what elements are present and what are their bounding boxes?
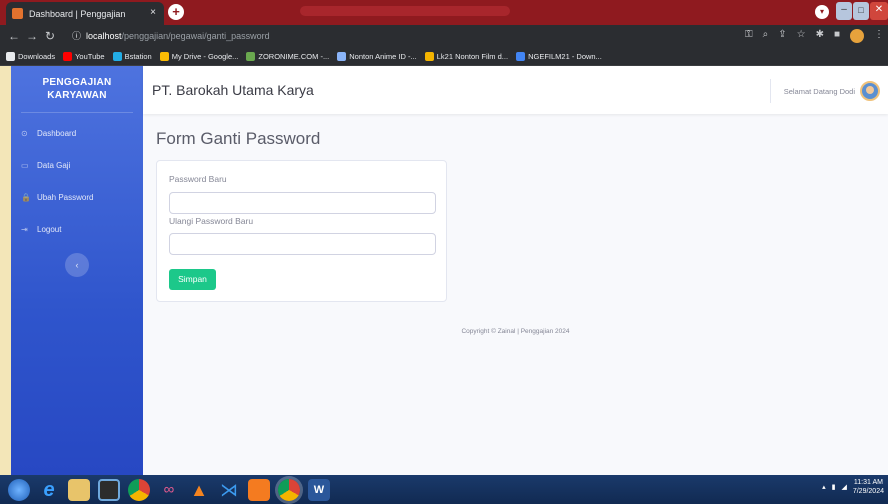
- forward-icon[interactable]: →: [26, 28, 38, 44]
- bookmark-item[interactable]: Nonton Anime ID -...: [337, 51, 417, 61]
- sidebar-toggle-button[interactable]: ‹: [65, 253, 89, 277]
- table-icon: ▭: [21, 160, 29, 170]
- sidebar-item-logout[interactable]: ⇥ Logout: [11, 213, 143, 245]
- footer-copyright: Copyright © Zainal | Penggajian 2024: [461, 328, 570, 335]
- bookmarks-bar: Downloads YouTube Bstation My Drive - Go…: [0, 47, 888, 66]
- chrome-icon[interactable]: [128, 479, 150, 501]
- maximize-button[interactable]: □: [853, 2, 869, 20]
- greeting-text: Selamat Datang Dodi: [783, 86, 855, 96]
- new-tab-button[interactable]: +: [168, 4, 184, 20]
- vscode-icon[interactable]: ⋊: [218, 479, 240, 501]
- lock-icon: 🔒: [21, 192, 31, 202]
- site-info-icon[interactable]: ⓘ: [72, 28, 81, 44]
- titlebar-decoration: [300, 6, 510, 16]
- reload-icon[interactable]: ↻: [45, 28, 55, 44]
- minimize-button[interactable]: –: [836, 2, 852, 20]
- sidebar-item-dashboard[interactable]: ⊙ Dashboard: [11, 117, 143, 149]
- sidebar-brand[interactable]: PENGGAJIAN KARYAWAN: [11, 66, 143, 112]
- bookmark-item[interactable]: YouTube: [63, 51, 105, 61]
- menu-icon[interactable]: ⋮: [874, 29, 884, 43]
- web-app: PENGGAJIAN KARYAWAN ⊙ Dashboard ▭ Data G…: [11, 66, 888, 475]
- new-password-label: Password Baru: [169, 174, 227, 184]
- extensions-icon[interactable]: ✱: [816, 29, 824, 43]
- url-path: /penggajian/pegawai/ganti_password: [121, 31, 270, 41]
- new-password-input[interactable]: [169, 192, 436, 214]
- word-icon[interactable]: W: [308, 479, 330, 501]
- infinity-app-icon[interactable]: ∞: [158, 479, 180, 501]
- bookmark-item[interactable]: NGEFILM21 - Down...: [516, 51, 602, 61]
- start-button[interactable]: [8, 479, 30, 501]
- xampp-icon[interactable]: [248, 479, 270, 501]
- close-window-button[interactable]: ✕: [870, 2, 888, 20]
- bookmark-star-icon[interactable]: ☆: [797, 29, 806, 43]
- tray-expand-icon[interactable]: ▴: [822, 483, 826, 491]
- toolbar-icons: ⚿ ⌕ ⇪ ☆ ✱ ■ ⋮: [745, 29, 884, 43]
- topbar-divider: [769, 79, 771, 103]
- confirm-password-input[interactable]: [169, 233, 436, 255]
- avatar: [860, 81, 880, 101]
- sidebar-item-data-gaji[interactable]: ▭ Data Gaji: [11, 149, 143, 181]
- terminal-icon[interactable]: [98, 479, 120, 501]
- save-button[interactable]: Simpan: [169, 269, 216, 290]
- sidebar-item-ubah-password[interactable]: 🔒 Ubah Password: [11, 181, 143, 213]
- url-host: localhost: [86, 31, 122, 41]
- network-icon[interactable]: ▮: [832, 483, 836, 491]
- sidepanel-icon[interactable]: ■: [834, 29, 840, 43]
- favicon-icon: [12, 8, 23, 19]
- sidebar-item-label: Ubah Password: [37, 192, 94, 202]
- url-field[interactable]: ⓘ localhost /penggajian/pegawai/ganti_pa…: [72, 28, 732, 44]
- company-name: PT. Barokah Utama Karya: [152, 82, 314, 98]
- tab-title: Dashboard | Penggajian: [29, 8, 126, 19]
- file-explorer-icon[interactable]: [68, 479, 90, 501]
- bookmark-item[interactable]: Bstation: [112, 51, 152, 61]
- share-icon[interactable]: ⇪: [778, 29, 786, 43]
- tab-close-icon[interactable]: ×: [150, 7, 156, 18]
- logout-icon: ⇥: [21, 224, 28, 234]
- chrome-active-icon[interactable]: [278, 479, 300, 501]
- bookmark-item[interactable]: Lk21 Nonton Film d...: [424, 51, 508, 61]
- signal-icon[interactable]: ◢: [841, 483, 846, 491]
- download-icon: [6, 51, 15, 61]
- password-form-card: Password Baru Ulangi Password Baru Simpa…: [156, 160, 447, 302]
- sidebar-divider: [21, 112, 133, 113]
- vlc-icon[interactable]: ▲: [188, 479, 210, 501]
- dashboard-icon: ⊙: [21, 128, 28, 138]
- sidebar: PENGGAJIAN KARYAWAN ⊙ Dashboard ▭ Data G…: [11, 66, 143, 475]
- profile-avatar[interactable]: [850, 29, 864, 43]
- bookmark-item[interactable]: Downloads: [6, 51, 55, 61]
- system-tray: ▴ ▮ ◢ 11:31 AM 7/29/2024: [822, 478, 884, 496]
- zoronime-icon: [246, 51, 256, 61]
- back-icon[interactable]: ←: [8, 28, 20, 44]
- internet-explorer-icon[interactable]: e: [38, 479, 60, 501]
- windows-taskbar: e ∞ ▲ ⋊ W ▴ ▮ ◢ 11:31 AM 7/29/2024: [0, 475, 888, 504]
- lk21-icon: [424, 51, 434, 61]
- topbar: PT. Barokah Utama Karya Selamat Datang D…: [143, 66, 888, 114]
- screen: Dashboard | Penggajian × + ▾ – □ ✕ ← → ↻…: [0, 0, 888, 504]
- bookmark-item[interactable]: My Drive - Google...: [159, 51, 238, 61]
- browser-tab[interactable]: Dashboard | Penggajian ×: [6, 2, 164, 25]
- address-bar: ← → ↻ ⓘ localhost /penggajian/pegawai/ga…: [0, 25, 888, 47]
- ngefilm-icon: [516, 51, 526, 61]
- bookmark-item[interactable]: ZORONIME.COM -...: [246, 51, 329, 61]
- zoom-icon[interactable]: ⌕: [763, 29, 769, 43]
- clock[interactable]: 11:31 AM 7/29/2024: [853, 478, 884, 496]
- sidebar-item-label: Logout: [37, 224, 62, 234]
- user-dropdown[interactable]: Selamat Datang Dodi: [769, 79, 880, 103]
- key-icon[interactable]: ⚿: [745, 29, 753, 43]
- drive-icon: [159, 51, 169, 61]
- browser-tabstrip: Dashboard | Penggajian × + ▾ – □ ✕: [0, 0, 888, 25]
- sidebar-item-label: Data Gaji: [37, 160, 71, 170]
- page-title: Form Ganti Password: [156, 129, 321, 148]
- sidebar-item-label: Dashboard: [37, 128, 77, 138]
- anime-icon: [337, 51, 347, 61]
- youtube-icon: [63, 51, 73, 61]
- tab-search-icon[interactable]: ▾: [815, 5, 829, 19]
- confirm-password-label: Ulangi Password Baru: [169, 216, 254, 226]
- bstation-icon: [112, 51, 122, 61]
